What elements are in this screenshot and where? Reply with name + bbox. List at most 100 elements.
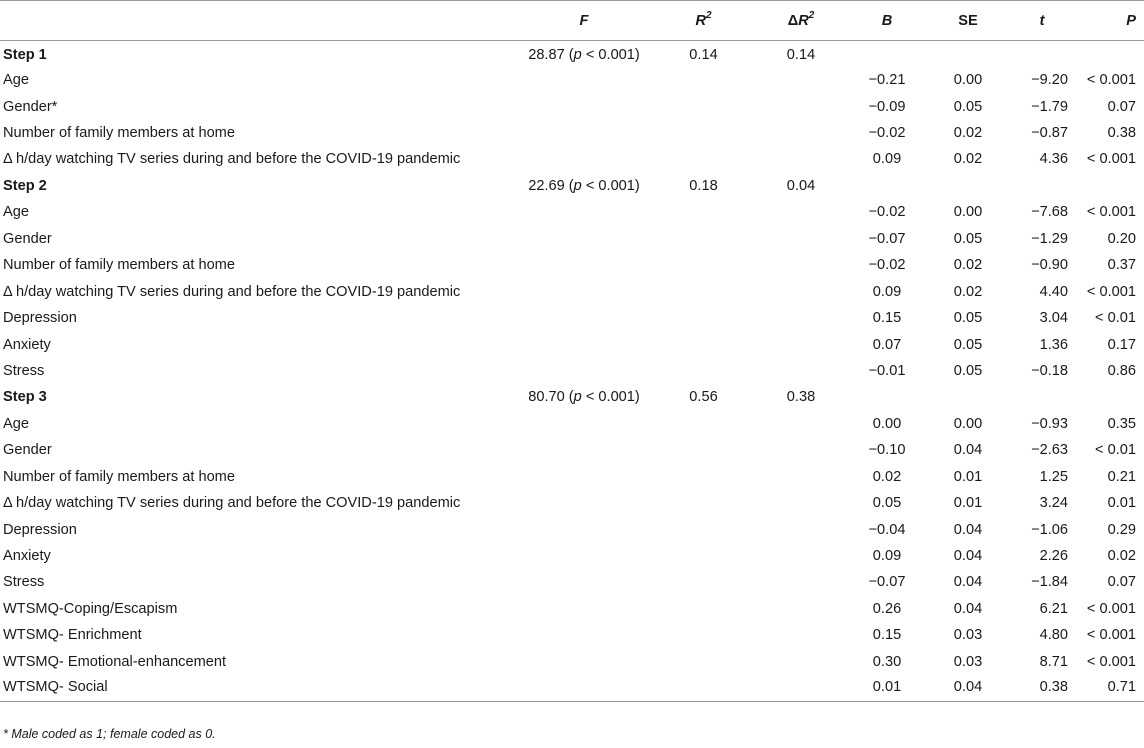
header-empty — [0, 0, 517, 41]
p-value: < 0.001 — [1086, 72, 1136, 89]
table-row: Number of family members at home 0.02 0.01… — [0, 464, 1144, 490]
f-value — [517, 67, 651, 93]
p-value: < 0.01 — [1095, 310, 1136, 327]
se-value: 0.01 — [953, 495, 983, 512]
se-value: 0.00 — [953, 72, 983, 89]
b-value: −0.10 — [868, 442, 906, 459]
variable-label: Depression — [3, 310, 77, 327]
table-row: Age −0.21 0.00 −9.20 < 0.001 — [0, 67, 1144, 93]
t-value: 2.26 — [1039, 548, 1068, 565]
delta-r2-value — [756, 331, 846, 357]
p-value: 0.21 — [1107, 468, 1136, 485]
b-value: 0.30 — [872, 653, 902, 670]
variable-label: Age — [3, 204, 29, 221]
r2-value — [651, 278, 756, 304]
b-value: 0.15 — [872, 310, 902, 327]
t-value — [1008, 41, 1076, 67]
delta-r2-value — [756, 649, 846, 675]
f-statistic: 28.87 ( — [528, 47, 574, 64]
t-value: 4.80 — [1039, 627, 1068, 644]
f-value — [517, 199, 651, 225]
table-row: Δ h/day watching TV series during and be… — [0, 490, 1144, 516]
t-value — [1008, 173, 1076, 199]
table-header: F R2 ΔR2 B SE t P — [0, 0, 1144, 41]
r2-value — [651, 67, 756, 93]
r2-value — [651, 226, 756, 252]
se-value: 0.04 — [928, 675, 1008, 702]
f-value — [517, 596, 651, 622]
b-value — [846, 173, 928, 199]
variable-label: Δ h/day watching TV series during and be… — [3, 151, 461, 168]
p-value: < 0.001 — [1086, 653, 1136, 670]
b-value: −0.07 — [868, 230, 906, 247]
p-value: < 0.001 — [1086, 600, 1136, 617]
b-value: 0.00 — [872, 415, 902, 432]
header-r2: R2 — [651, 0, 756, 41]
f-value — [517, 93, 651, 119]
variable-label: Age — [3, 415, 29, 432]
t-value: 8.71 — [1039, 653, 1068, 670]
r2-value — [651, 199, 756, 225]
t-value: −7.68 — [1031, 204, 1068, 221]
r2-value — [651, 93, 756, 119]
table-row: Gender −0.10 0.04 −2.63 < 0.01 — [0, 437, 1144, 463]
header-b: B — [846, 0, 928, 41]
delta-r2-value — [756, 464, 846, 490]
table-row: Number of family members at home −0.02 0.0… — [0, 252, 1144, 278]
table-row: Depression −0.04 0.04 −1.06 0.29 — [0, 516, 1144, 542]
b-value: −0.02 — [868, 204, 906, 221]
variable-label: Anxiety — [3, 336, 51, 353]
step-row: Step 1 28.87 (p < 0.001) 0.14 0.14 — [0, 41, 1144, 67]
f-value — [517, 226, 651, 252]
variable-label: Number of family members at home — [3, 257, 235, 274]
t-value: 1.36 — [1039, 336, 1068, 353]
p-value — [1076, 173, 1144, 199]
delta-r2-value — [756, 120, 846, 146]
regression-table: F R2 ΔR2 B SE t P Step 1 28.87 (p < 0.001… — [0, 0, 1144, 702]
table-row: Stress −0.07 0.04 −1.84 0.07 — [0, 569, 1144, 595]
step-label: Step 3 — [3, 389, 47, 406]
f-p-symbol: p — [573, 177, 582, 194]
b-value: 0.09 — [872, 151, 902, 168]
r2-value — [651, 146, 756, 172]
table-row: Depression 0.15 0.05 3.04 < 0.01 — [0, 305, 1144, 331]
r2-value — [651, 649, 756, 675]
f-p-value: < 0.001) — [581, 47, 640, 64]
r2-value: 0.56 — [689, 389, 718, 406]
variable-label: Δ h/day watching TV series during and be… — [3, 283, 461, 300]
r2-value — [651, 490, 756, 516]
b-value: 0.09 — [872, 548, 902, 565]
t-value: −0.90 — [1031, 257, 1068, 274]
t-value: 6.21 — [1039, 600, 1068, 617]
p-value: 0.86 — [1107, 362, 1136, 379]
delta-r2-value — [756, 411, 846, 437]
t-value: 1.25 — [1039, 468, 1068, 485]
f-value — [517, 437, 651, 463]
r2-value — [651, 358, 756, 384]
r2-value — [651, 516, 756, 542]
se-value: 0.03 — [953, 627, 983, 644]
delta-r2-value — [756, 67, 846, 93]
delta-r2-value — [756, 437, 846, 463]
t-value: −0.93 — [1031, 415, 1068, 432]
b-value: −0.21 — [868, 72, 906, 89]
se-value — [928, 41, 1008, 67]
f-value — [517, 331, 651, 357]
f-value — [517, 569, 651, 595]
f-p-value: < 0.001) — [581, 177, 640, 194]
f-value — [517, 516, 651, 542]
p-value: 0.38 — [1107, 125, 1136, 142]
variable-label: Δ h/day watching TV series during and be… — [3, 495, 461, 512]
f-value — [517, 358, 651, 384]
table-row: Δ h/day watching TV series during and be… — [0, 146, 1144, 172]
b-value: 0.09 — [872, 283, 902, 300]
f-value: 80.70 (p < 0.001) — [517, 384, 651, 410]
p-value: 0.02 — [1107, 548, 1136, 565]
f-value — [517, 252, 651, 278]
se-value: 0.04 — [953, 521, 983, 538]
r2-value — [651, 252, 756, 278]
b-value: 0.26 — [872, 600, 902, 617]
r2-value — [651, 437, 756, 463]
t-value: −1.84 — [1031, 574, 1068, 591]
f-value — [517, 411, 651, 437]
